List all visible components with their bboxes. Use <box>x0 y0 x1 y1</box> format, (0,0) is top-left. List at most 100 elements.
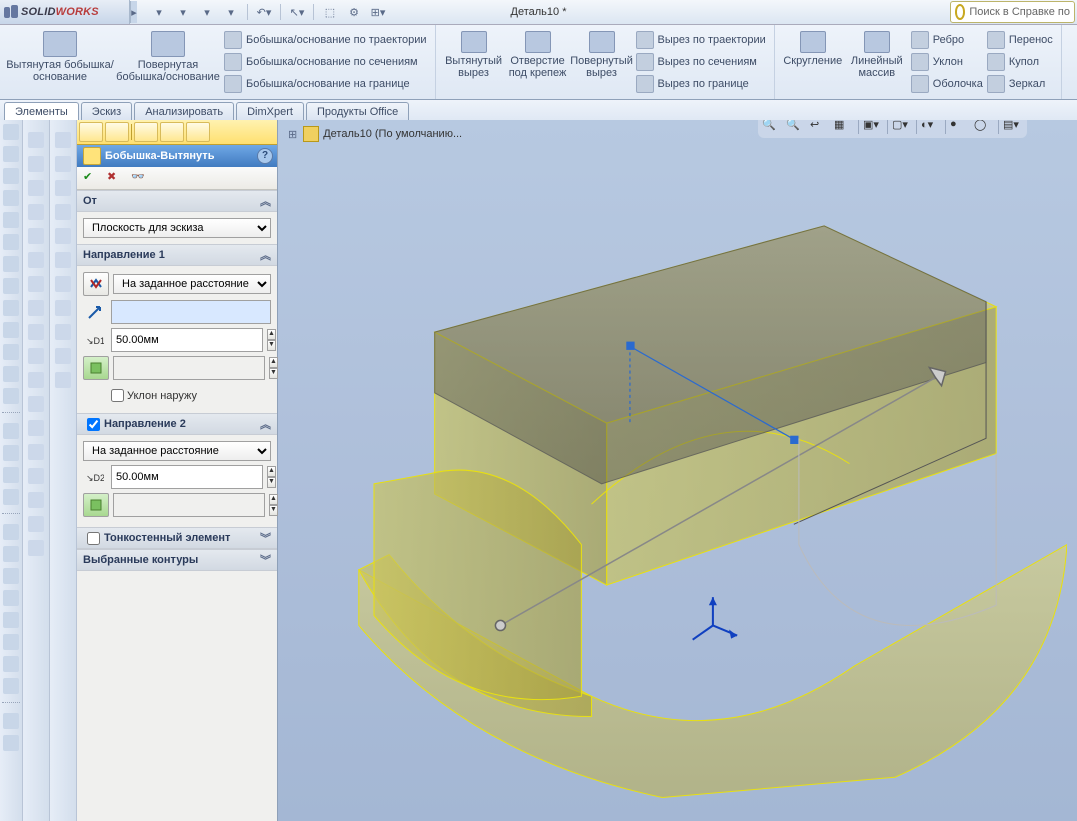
lt-icon[interactable] <box>28 372 44 388</box>
lt-icon[interactable] <box>3 124 19 140</box>
lt-icon[interactable] <box>28 492 44 508</box>
lt-icon[interactable] <box>3 713 19 729</box>
from-select[interactable]: Плоскость для эскиза <box>83 218 271 238</box>
options-icon[interactable]: ⚙ <box>346 4 362 20</box>
tab-features[interactable]: Элементы <box>4 102 79 122</box>
undo-icon[interactable]: ↶▾ <box>256 4 272 20</box>
extrude-boss-button[interactable]: Вытянутая бобышка/основание <box>6 29 114 83</box>
lt-icon[interactable] <box>3 366 19 382</box>
tab-dimxpert[interactable]: DimXpert <box>236 102 304 121</box>
pm-tab-icon[interactable] <box>186 122 210 142</box>
spin-down[interactable]: ▼ <box>267 340 276 351</box>
lt-icon[interactable] <box>28 180 44 196</box>
mirror-button[interactable]: Зеркал <box>985 73 1055 95</box>
lt-icon[interactable] <box>55 180 71 196</box>
lt-icon[interactable] <box>3 524 19 540</box>
d1-depth-input[interactable] <box>111 328 263 352</box>
draft-outward-checkbox[interactable]: Уклон наружу <box>83 384 271 407</box>
loft-boss-button[interactable]: Бобышка/основание по сечениям <box>222 51 429 73</box>
spin-down[interactable]: ▼ <box>269 505 278 516</box>
move-button[interactable]: Перенос <box>985 29 1055 51</box>
dir2-enable-checkbox[interactable] <box>87 418 100 431</box>
lt-icon[interactable] <box>28 516 44 532</box>
prev-view-icon[interactable]: ↩ <box>810 120 830 136</box>
lt-icon[interactable] <box>3 590 19 606</box>
lt-icon[interactable] <box>3 388 19 404</box>
lt-icon[interactable] <box>3 568 19 584</box>
lt-icon[interactable] <box>55 252 71 268</box>
lt-icon[interactable] <box>3 445 19 461</box>
lt-icon[interactable] <box>28 132 44 148</box>
tab-analyze[interactable]: Анализировать <box>134 102 234 121</box>
lt-icon[interactable] <box>55 204 71 220</box>
lt-icon[interactable] <box>28 348 44 364</box>
boundary-boss-button[interactable]: Бобышка/основание на границе <box>222 73 429 95</box>
zoom-fit-icon[interactable]: 🔍 <box>762 120 782 136</box>
lt-icon[interactable] <box>55 348 71 364</box>
lt-icon[interactable] <box>28 324 44 340</box>
dir1-vector-input[interactable] <box>111 300 271 324</box>
pm-tab-icon[interactable] <box>105 122 129 142</box>
new-icon[interactable]: ▾ <box>151 4 167 20</box>
revolve-cut-button[interactable]: Повернутый вырез <box>570 29 634 79</box>
zoom-area-icon[interactable]: 🔍 <box>786 120 806 136</box>
lt-icon[interactable] <box>28 156 44 172</box>
reverse-direction-button[interactable] <box>83 272 109 296</box>
lt-icon[interactable] <box>3 678 19 694</box>
lt-icon[interactable] <box>28 540 44 556</box>
lt-icon[interactable] <box>55 156 71 172</box>
help-icon[interactable]: ? <box>257 148 273 164</box>
lt-icon[interactable] <box>55 276 71 292</box>
lt-icon[interactable] <box>3 256 19 272</box>
lt-icon[interactable] <box>28 204 44 220</box>
spin-up[interactable]: ▲ <box>267 466 276 477</box>
lt-icon[interactable] <box>3 344 19 360</box>
hide-show-icon[interactable]: ◐▾ <box>921 120 941 136</box>
lt-icon[interactable] <box>28 444 44 460</box>
shell-button[interactable]: Оболочка <box>909 73 985 95</box>
lt-icon[interactable] <box>55 324 71 340</box>
lt-icon[interactable] <box>28 468 44 484</box>
lt-icon[interactable] <box>28 276 44 292</box>
scene-icon[interactable]: ◯ <box>974 120 994 136</box>
lt-icon[interactable] <box>3 612 19 628</box>
lt-icon[interactable] <box>3 546 19 562</box>
spin-down[interactable]: ▼ <box>269 368 278 379</box>
section-thin[interactable]: Тонкостенный элемент︾ <box>77 527 277 549</box>
dir1-endcondition-select[interactable]: На заданное расстояние <box>113 274 271 294</box>
lt-icon[interactable] <box>3 735 19 751</box>
pm-tab-icon[interactable] <box>160 122 184 142</box>
section-view-icon[interactable]: ▦ <box>834 120 854 136</box>
appearance-icon[interactable]: ● <box>950 120 970 136</box>
lt-icon[interactable] <box>3 300 19 316</box>
hole-wizard-button[interactable]: Отверстие под крепеж <box>506 29 570 79</box>
lt-icon[interactable] <box>3 423 19 439</box>
d1-draft-input[interactable] <box>113 356 265 380</box>
spin-down[interactable]: ▼ <box>267 477 276 488</box>
draft-button-d2[interactable] <box>83 493 109 517</box>
extrude-cut-button[interactable]: Вытянутый вырез <box>442 29 506 79</box>
lt-icon[interactable] <box>3 467 19 483</box>
lt-icon[interactable] <box>3 278 19 294</box>
view-orient-icon[interactable]: ▣▾ <box>863 120 883 136</box>
spin-up[interactable]: ▲ <box>267 329 276 340</box>
draft-button[interactable]: Уклон <box>909 51 985 73</box>
save-icon[interactable]: ▾ <box>199 4 215 20</box>
boundary-cut-button[interactable]: Вырез по границе <box>634 73 768 95</box>
lt-icon[interactable] <box>3 656 19 672</box>
d2-draft-input[interactable] <box>113 493 265 517</box>
display-style-icon[interactable]: ▢▾ <box>892 120 912 136</box>
select-icon[interactable]: ↖▾ <box>289 4 305 20</box>
sweep-cut-button[interactable]: Вырез по траектории <box>634 29 768 51</box>
sweep-boss-button[interactable]: Бобышка/основание по траектории <box>222 29 429 51</box>
lt-icon[interactable] <box>3 234 19 250</box>
lt-icon[interactable] <box>3 322 19 338</box>
pm-tab-icon[interactable] <box>79 122 103 142</box>
tab-sketch[interactable]: Эскиз <box>81 102 132 121</box>
lt-icon[interactable] <box>3 190 19 206</box>
loft-cut-button[interactable]: Вырез по сечениям <box>634 51 768 73</box>
lt-icon[interactable] <box>3 146 19 162</box>
tab-office[interactable]: Продукты Office <box>306 102 409 121</box>
spin-up[interactable]: ▲ <box>269 357 278 368</box>
draft-button-d1[interactable] <box>83 356 109 380</box>
